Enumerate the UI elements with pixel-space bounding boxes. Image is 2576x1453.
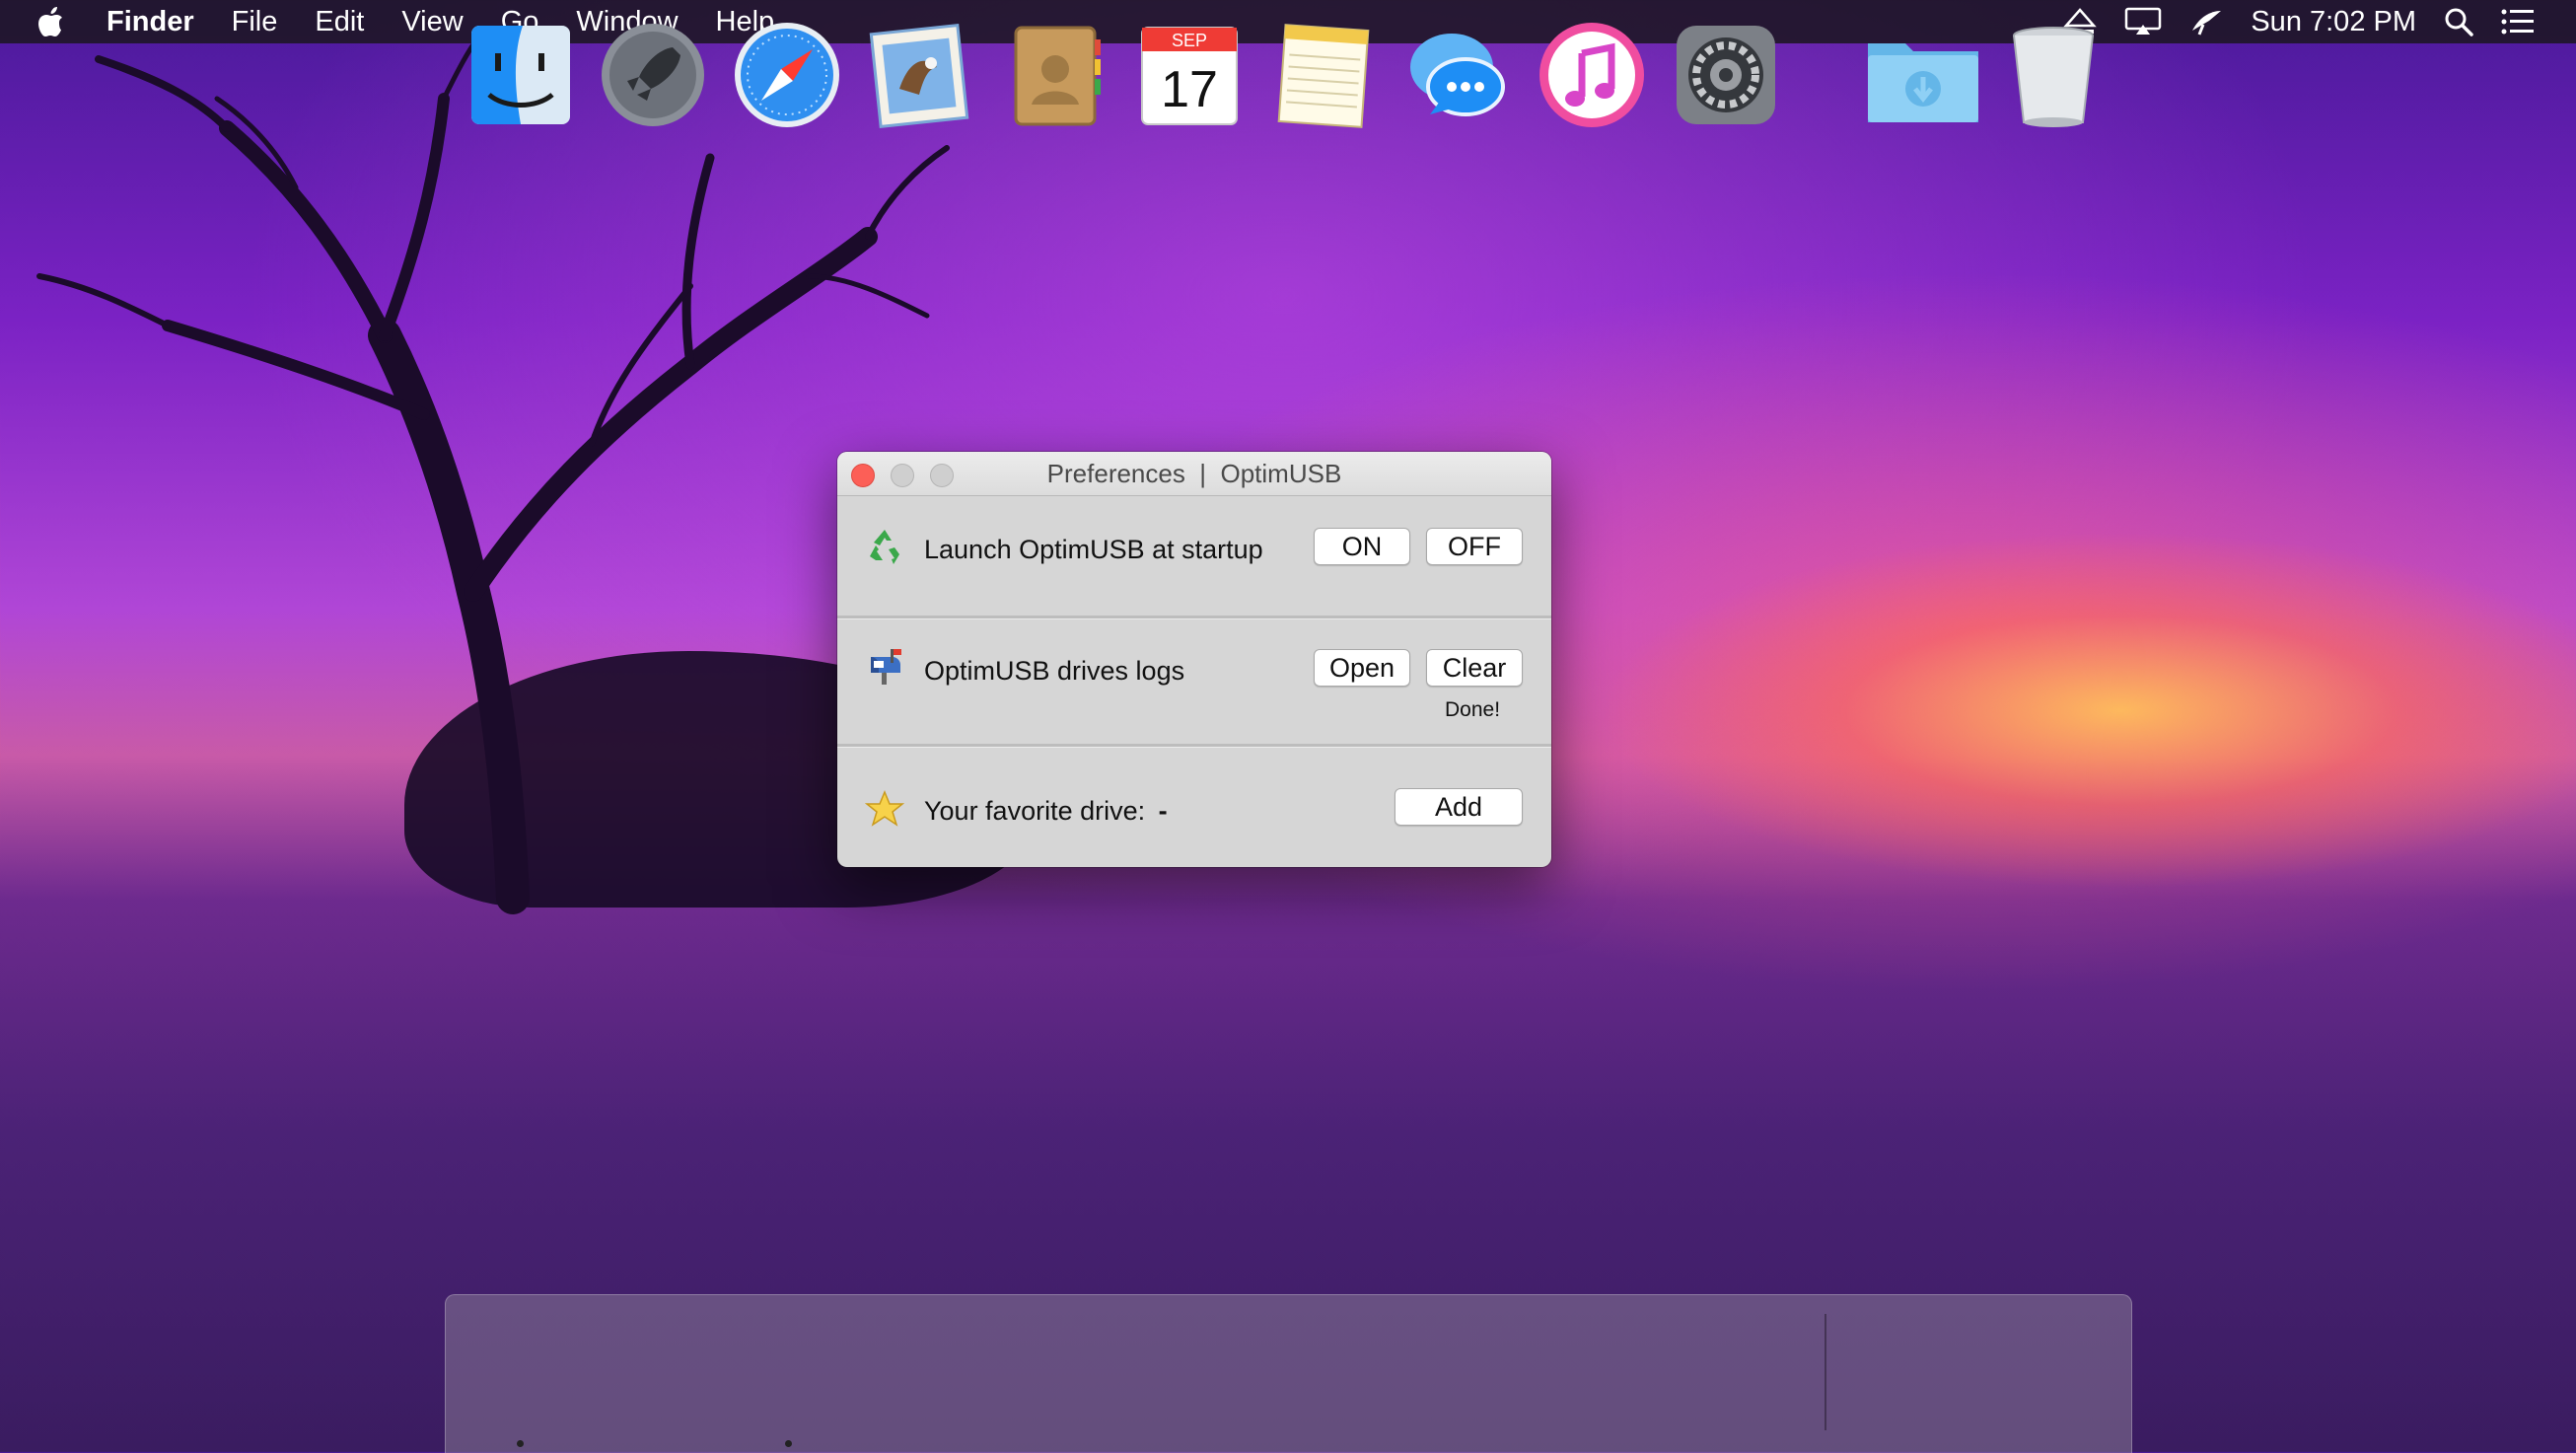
dock-contacts-icon[interactable]: [1000, 20, 1110, 130]
dock-downloads-folder-icon[interactable]: [1862, 20, 1984, 130]
logs-label: OptimUSB drives logs: [924, 656, 1185, 686]
menu-edit[interactable]: Edit: [315, 6, 364, 38]
dock-notes-icon[interactable]: [1268, 20, 1379, 130]
dock-messages-icon[interactable]: [1402, 20, 1513, 130]
calendar-day: 17: [1161, 61, 1218, 118]
startup-on-button[interactable]: ON: [1314, 528, 1410, 565]
favorite-drive-add-button[interactable]: Add: [1395, 788, 1523, 826]
dock-trash-icon[interactable]: [1998, 20, 2109, 130]
window-title: Preferences | OptimUSB: [1046, 459, 1342, 488]
menu-app-name[interactable]: Finder: [107, 6, 194, 38]
menu-clock[interactable]: Sun 7:02 PM: [2251, 6, 2416, 38]
satellite-dish-icon[interactable]: [2189, 7, 2223, 36]
favorite-drive-value: -: [1158, 796, 1168, 826]
dock-separator: [1825, 1314, 1826, 1430]
menu-extras: Sun 7:02 PM: [2063, 0, 2576, 43]
dock-mail-icon[interactable]: [866, 20, 976, 130]
star-icon: [865, 789, 904, 829]
logs-status-text: Done!: [1445, 698, 1501, 721]
notification-center-icon[interactable]: [2501, 8, 2535, 36]
dock-finder-icon[interactable]: [465, 20, 576, 130]
dock-calendar-icon[interactable]: SEP 17: [1134, 20, 1245, 130]
spotlight-search-icon[interactable]: [2444, 7, 2473, 36]
preferences-window: Preferences | OptimUSB Launch OptimUSB a…: [837, 452, 1551, 867]
menu-file[interactable]: File: [232, 6, 278, 38]
favorite-drive-label-text: Your favorite drive:: [924, 796, 1146, 826]
window-titlebar[interactable]: Preferences | OptimUSB: [837, 452, 1551, 496]
dock-safari-icon[interactable]: [732, 20, 842, 130]
dock-running-indicator: [517, 1440, 524, 1447]
menu-view[interactable]: View: [401, 6, 463, 38]
startup-row: Launch OptimUSB at startup ON OFF: [837, 495, 1551, 616]
dock-itunes-icon[interactable]: [1537, 20, 1647, 130]
dock: [445, 1294, 2132, 1453]
airplay-display-icon[interactable]: [2124, 7, 2162, 36]
logs-row: OptimUSB drives logs Open Clear Done!: [837, 619, 1551, 744]
dock-launchpad-icon[interactable]: [598, 20, 708, 130]
apple-logo-icon[interactable]: [37, 6, 77, 37]
startup-off-button[interactable]: OFF: [1426, 528, 1523, 565]
favorite-drive-label: Your favorite drive: -: [924, 796, 1168, 827]
startup-label: Launch OptimUSB at startup: [924, 535, 1263, 564]
calendar-month: SEP: [1172, 31, 1207, 50]
favorite-drive-row: Your favorite drive: - Add: [837, 748, 1551, 867]
logs-open-button[interactable]: Open: [1314, 649, 1410, 687]
mailbox-icon: [865, 647, 904, 687]
logs-clear-button[interactable]: Clear: [1426, 649, 1523, 687]
dock-running-indicator: [785, 1440, 792, 1447]
dock-system-preferences-icon[interactable]: [1671, 20, 1781, 130]
recycle-icon: [865, 527, 904, 566]
